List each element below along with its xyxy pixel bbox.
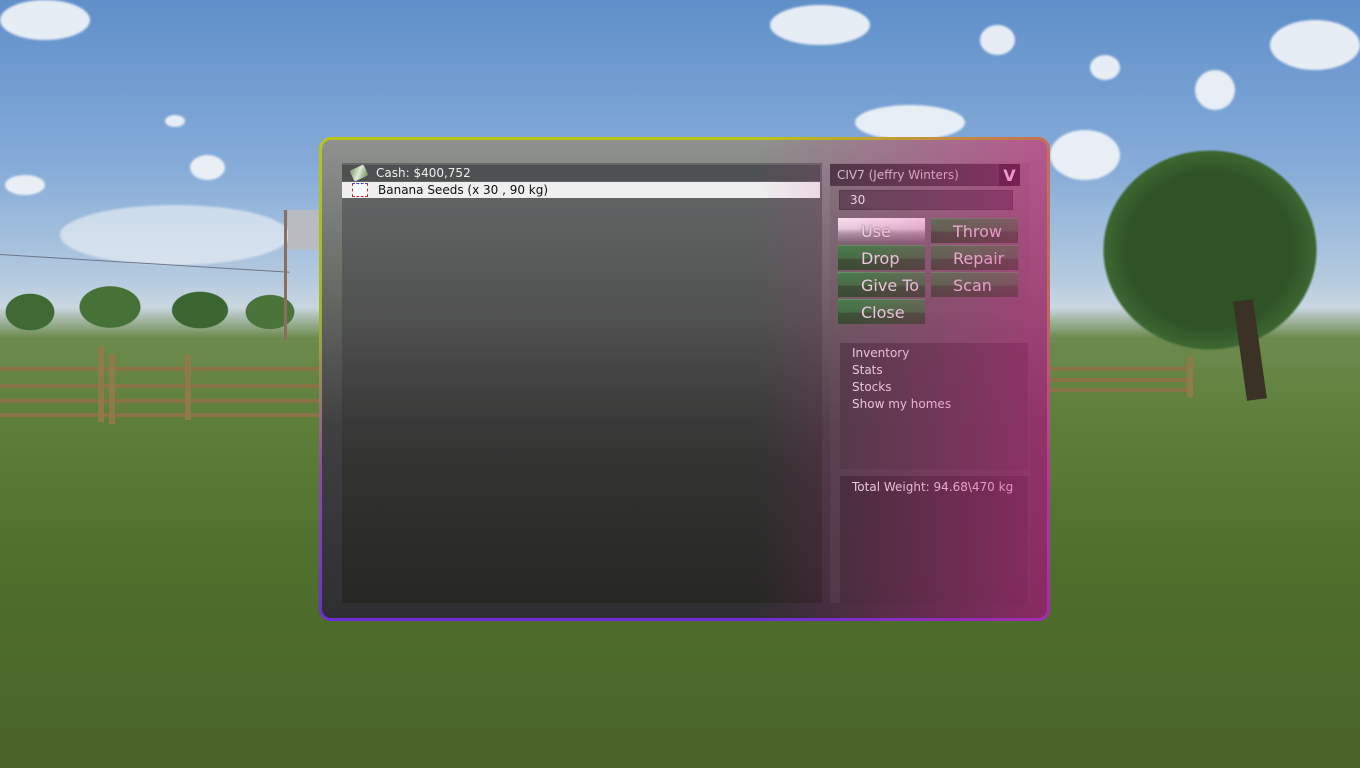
menu-list: Inventory Stats Stocks Show my homes bbox=[840, 343, 1028, 469]
list-item-banana-seeds[interactable]: Banana Seeds (x 30 , 90 kg) bbox=[342, 182, 820, 198]
repair-button[interactable]: Repair bbox=[931, 245, 1018, 270]
scan-button[interactable]: Scan bbox=[931, 272, 1018, 297]
list-item-label: Cash: $400,752 bbox=[376, 166, 471, 180]
fence-post bbox=[109, 354, 115, 424]
cloud bbox=[190, 155, 225, 180]
menu-item-inventory[interactable]: Inventory bbox=[852, 346, 909, 360]
seed-bag-icon bbox=[352, 183, 368, 197]
inventory-panel: Cash: $400,752 Banana Seeds (x 30 , 90 k… bbox=[322, 140, 1047, 618]
total-weight: Total Weight: 94.68\470 kg bbox=[852, 480, 1014, 494]
fence-rail bbox=[1050, 378, 1190, 382]
give-to-button[interactable]: Give To bbox=[838, 272, 925, 297]
cloud bbox=[0, 0, 90, 40]
tree-trunk bbox=[1233, 299, 1267, 401]
fence-post bbox=[98, 347, 104, 422]
cloud bbox=[1050, 130, 1120, 180]
menu-item-stocks[interactable]: Stocks bbox=[852, 380, 891, 394]
menu-item-show-my-homes[interactable]: Show my homes bbox=[852, 397, 951, 411]
close-button[interactable]: Close bbox=[838, 299, 925, 324]
fence-rail bbox=[0, 384, 320, 388]
player-select[interactable]: CIV7 (Jeffry Winters) V bbox=[830, 164, 1020, 186]
water-tank bbox=[288, 210, 322, 250]
fence-post bbox=[185, 355, 191, 420]
throw-button[interactable]: Throw bbox=[931, 218, 1018, 243]
list-item-cash[interactable]: Cash: $400,752 bbox=[342, 164, 820, 182]
use-button[interactable]: Use bbox=[838, 218, 925, 243]
cloud bbox=[770, 5, 870, 45]
cloud bbox=[1195, 70, 1235, 110]
inventory-dialog: Cash: $400,752 Banana Seeds (x 30 , 90 k… bbox=[319, 137, 1050, 621]
fence-rail bbox=[0, 413, 320, 417]
cloud bbox=[855, 105, 965, 140]
fence-rail bbox=[1050, 388, 1190, 392]
cloud bbox=[1270, 20, 1360, 70]
drop-button[interactable]: Drop bbox=[838, 245, 925, 270]
cloud bbox=[60, 205, 290, 265]
inventory-list[interactable]: Cash: $400,752 Banana Seeds (x 30 , 90 k… bbox=[342, 163, 822, 603]
quantity-input[interactable]: 30 bbox=[839, 190, 1013, 210]
money-icon bbox=[349, 164, 369, 182]
cloud bbox=[165, 115, 185, 127]
player-select-value: CIV7 (Jeffry Winters) bbox=[837, 168, 959, 182]
fence-rail bbox=[0, 367, 320, 371]
weight-box: Total Weight: 94.68\470 kg bbox=[840, 476, 1028, 604]
fence-rail bbox=[0, 399, 320, 403]
power-line bbox=[0, 254, 290, 273]
menu-item-stats[interactable]: Stats bbox=[852, 363, 883, 377]
cloud bbox=[980, 25, 1015, 55]
list-item-label: Banana Seeds (x 30 , 90 kg) bbox=[378, 183, 549, 197]
cloud bbox=[5, 175, 45, 195]
chevron-down-icon[interactable]: V bbox=[999, 164, 1020, 186]
cloud bbox=[1090, 55, 1120, 80]
large-tree bbox=[1050, 100, 1360, 400]
fence-post bbox=[1187, 357, 1193, 397]
fence-rail bbox=[1050, 367, 1190, 371]
